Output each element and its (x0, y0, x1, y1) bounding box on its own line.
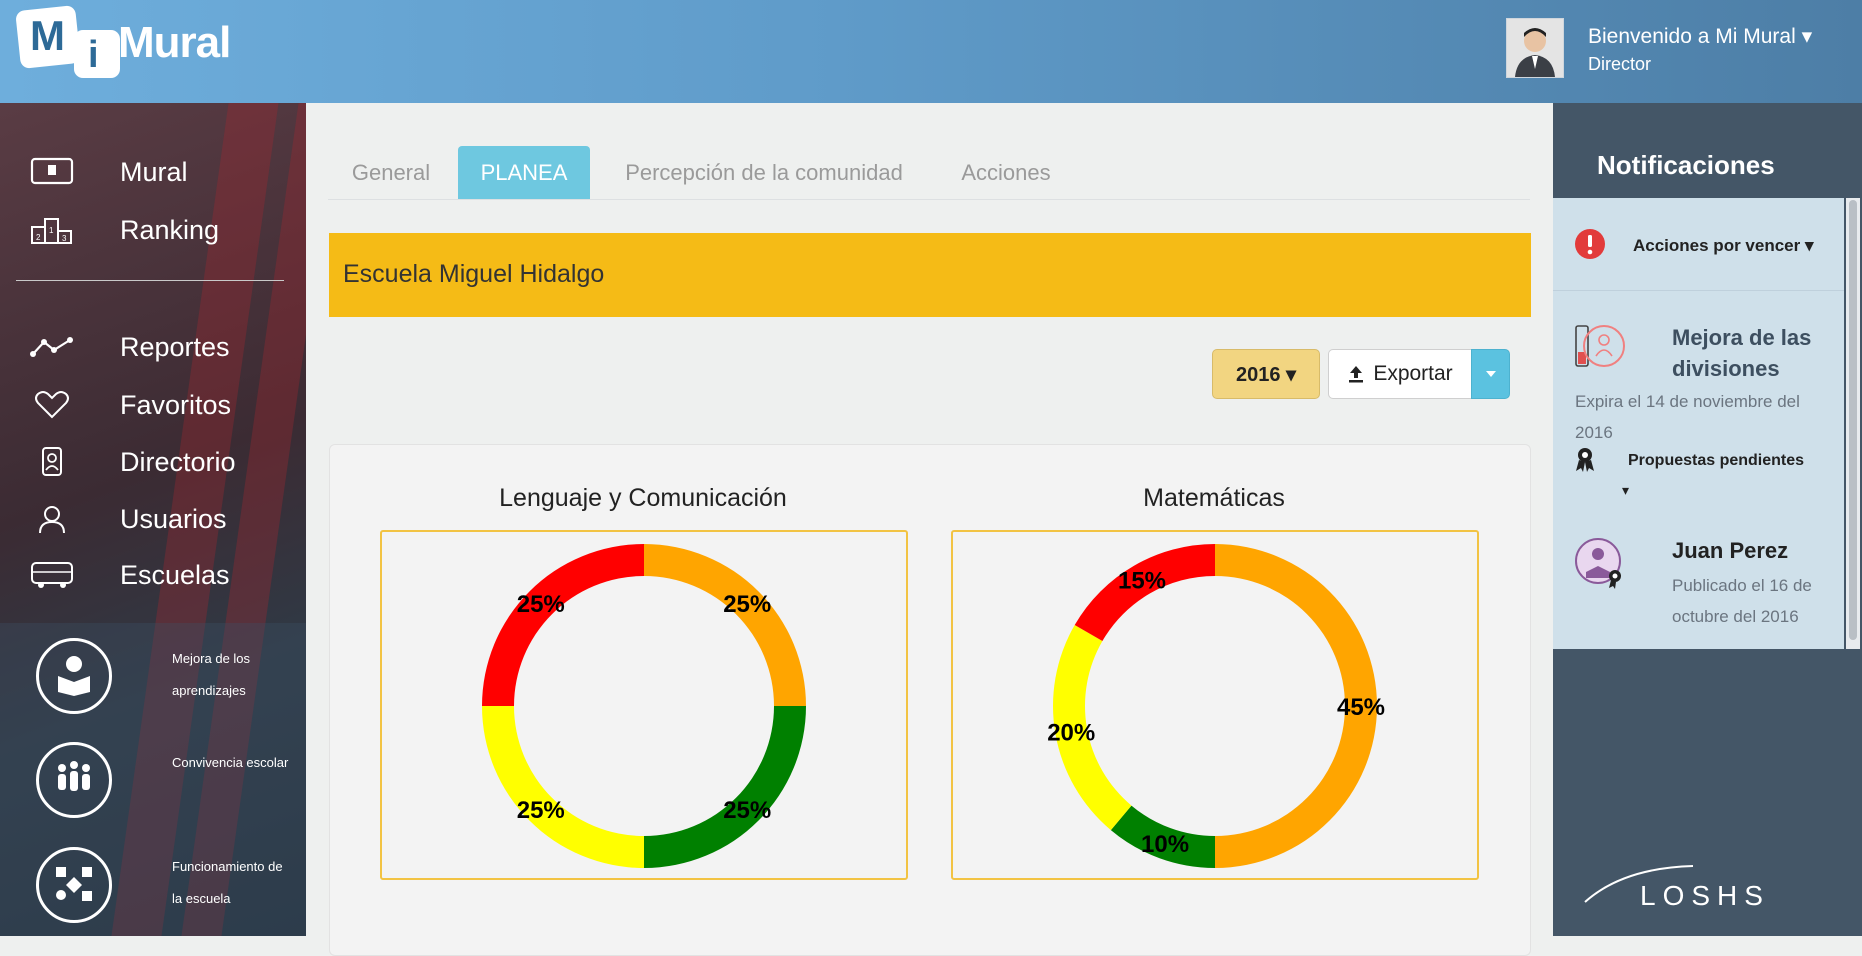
tab-percepcion[interactable]: Percepción de la comunidad (606, 146, 922, 200)
tab-planea[interactable]: PLANEA (458, 146, 590, 200)
user-avatar[interactable] (1506, 18, 1564, 78)
sidebar-item-usuarios[interactable]: Usuarios (30, 497, 227, 541)
logo-letter-m: M (30, 12, 65, 59)
ranking-icon: 213 (30, 215, 74, 245)
division-progress-icon (1574, 322, 1626, 377)
bus-icon (30, 560, 74, 590)
donut-chart-matematicas: 45% 10% 20% 15% (1047, 544, 1385, 868)
sidebar-item-favoritos[interactable]: Favoritos (30, 383, 231, 427)
notification-title[interactable]: Mejora de las divisiones (1672, 322, 1832, 384)
data-label: 15% (1118, 568, 1166, 595)
caret-down-icon[interactable]: ▾ (1622, 482, 1629, 499)
notifications-filter[interactable]: Acciones por vencer ▾ (1633, 236, 1814, 256)
data-label: 25% (517, 797, 565, 824)
tab-label: General (351, 160, 431, 185)
donut-chart-lenguaje: 25% 25% 25% 25% (482, 544, 806, 868)
sidebar-item-label: Mural (120, 156, 188, 187)
notification-subtitle: Publicado el 16 de octubre del 2016 (1672, 576, 1812, 626)
svg-text:1: 1 (49, 226, 54, 235)
heart-icon (30, 390, 74, 420)
tab-underline (328, 199, 1530, 200)
data-label: 25% (723, 797, 771, 824)
year-dropdown[interactable]: 2016 ▾ (1212, 349, 1320, 399)
data-label: 25% (517, 591, 565, 618)
school-name: Escuela Miguel Hidalgo (343, 260, 605, 288)
sidebar-circle-label[interactable]: Mejora de los aprendizajes (172, 643, 292, 707)
data-label: 45% (1337, 694, 1385, 721)
export-button[interactable]: Exportar (1328, 349, 1472, 399)
brand-footer-text: LOSHS (1640, 880, 1770, 911)
data-label: 10% (1141, 831, 1189, 858)
sidebar-item-label: Reportes (120, 331, 230, 362)
upload-icon (1347, 365, 1365, 383)
sidebar-circle-convivencia[interactable] (36, 742, 112, 818)
sidebar-item-label: Directorio (120, 446, 236, 477)
mural-icon (30, 157, 74, 187)
people-icon (52, 756, 96, 805)
tab-label: PLANEA (480, 160, 568, 185)
data-label: 20% (1047, 719, 1095, 746)
sidebar-item-label: Ranking (120, 214, 220, 245)
alert-icon (1574, 228, 1606, 265)
reader-icon (52, 652, 96, 701)
tab-general[interactable]: General (338, 146, 444, 200)
notifications-title: Notificaciones (1597, 150, 1775, 180)
sidebar-item-escuelas[interactable]: Escuelas (30, 553, 230, 597)
top-bar (0, 0, 1862, 103)
award-icon (1574, 446, 1596, 477)
sidebar-item-label: Usuarios (120, 503, 227, 534)
reader-award-icon (1574, 536, 1628, 595)
tab-acciones[interactable]: Acciones (946, 146, 1066, 200)
notifications-separator (1553, 290, 1844, 291)
sidebar-circle-label[interactable]: Convivencia escolar (172, 747, 292, 779)
chart-lenguaje: 25% 25% 25% 25% (380, 530, 908, 880)
sidebar-item-ranking[interactable]: 213 Ranking (30, 208, 219, 252)
donut-segment-orange[interactable] (644, 544, 806, 706)
sidebar-divider (16, 280, 284, 281)
app-logo-text[interactable]: Mural (118, 18, 231, 68)
caret-down-icon (1485, 365, 1497, 383)
user-role: Director (1588, 54, 1652, 74)
pending-proposals-link[interactable]: Propuestas pendientes (1628, 452, 1804, 470)
chart-matematicas: 45% 10% 20% 15% (951, 530, 1479, 880)
donut-segment-green[interactable] (644, 706, 806, 868)
data-label: 25% (723, 591, 771, 618)
tab-label: Percepción de la comunidad (625, 160, 903, 185)
sidebar-circle-funcionamiento[interactable] (36, 847, 112, 923)
export-label: Exportar (1373, 362, 1453, 385)
scrollbar-thumb[interactable] (1849, 200, 1857, 640)
sidebar-circle-label[interactable]: Funcionamiento de la escuela (172, 851, 292, 915)
directory-icon (30, 447, 74, 477)
sidebar-circle-aprendizajes[interactable] (36, 638, 112, 714)
sidebar-item-label: Favoritos (120, 389, 232, 420)
sidebar-item-directorio[interactable]: Directorio (30, 440, 236, 484)
sidebar-item-reportes[interactable]: Reportes (30, 325, 230, 369)
notification-subtitle: Expira el 14 de noviembre del 2016 (1575, 392, 1800, 442)
welcome-menu[interactable]: Bienvenido a Mi Mural ▾ (1588, 24, 1812, 49)
donut-segment-yellow[interactable] (482, 706, 644, 868)
sidebar-item-mural[interactable]: Mural (30, 150, 188, 194)
chart-title-matematicas: Matemáticas (1143, 484, 1285, 512)
donut-segment-red[interactable] (482, 544, 644, 706)
export-dropdown-toggle[interactable] (1471, 349, 1510, 399)
user-icon (30, 504, 74, 534)
svg-text:2: 2 (36, 233, 41, 242)
svg-text:3: 3 (62, 234, 67, 243)
logo-letter-i: i (88, 34, 99, 76)
sidebar-item-label: Escuelas (120, 559, 230, 590)
notification-title[interactable]: Juan Perez (1672, 538, 1788, 564)
process-icon (52, 861, 96, 910)
reportes-icon (30, 332, 74, 362)
chart-title-lenguaje: Lenguaje y Comunicación (499, 484, 787, 512)
tab-label: Acciones (961, 160, 1051, 185)
year-label: 2016 ▾ (1235, 363, 1297, 386)
